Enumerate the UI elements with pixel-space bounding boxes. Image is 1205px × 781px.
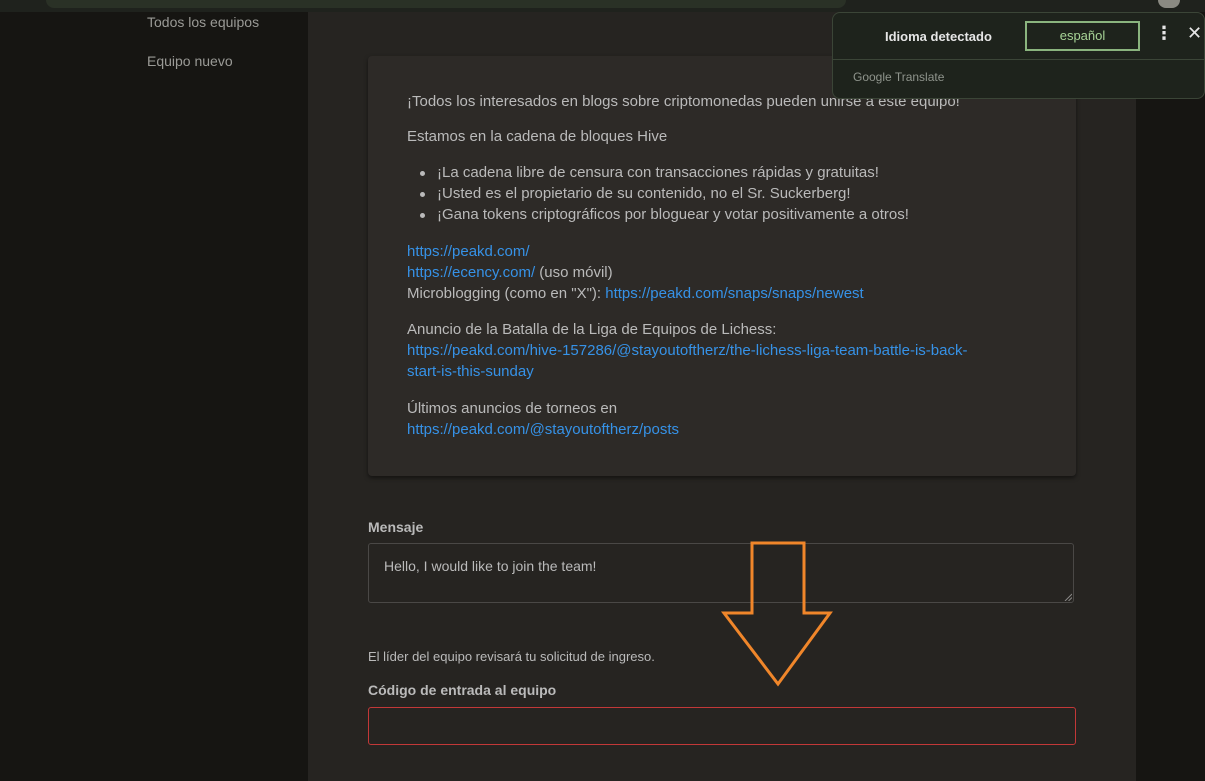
links-block: https://peakd.com/ https://ecency.com/ (… [407,241,864,304]
divider [833,59,1204,60]
list-item: ¡La cadena libre de censura con transacc… [416,162,909,183]
battle-block: Anuncio de la Batalla de la Liga de Equi… [407,319,968,382]
language-spanish-option[interactable]: español [1025,21,1140,51]
microblog-label: Microblogging (como en "X"): [407,285,606,302]
detected-language-option[interactable]: Idioma detectado [885,29,992,44]
address-bar[interactable] [46,0,846,8]
profile-avatar[interactable] [1158,0,1180,8]
translate-popup: Idioma detectado español ⋮ ✕ Google Tran… [832,12,1205,99]
more-vert-icon[interactable]: ⋮ [1155,23,1173,44]
list-item: ¡Gana tokens criptográficos por bloguear… [416,204,909,225]
tourney-block: Últimos anuncios de torneos en https://p… [407,398,679,440]
sidebar-item-all-teams[interactable]: Todos los equipos [147,14,259,30]
snaps-link[interactable]: https://peakd.com/snaps/snaps/newest [605,285,863,302]
entry-code-label: Código de entrada al equipo [368,682,557,698]
posts-link[interactable]: https://peakd.com/@stayoutoftherz/posts [407,421,679,438]
google-translate-brand: Google Translate [853,70,945,84]
battle-label: Anuncio de la Batalla de la Liga de Equi… [407,321,777,338]
review-hint: El líder del equipo revisará tu solicitu… [368,649,655,664]
entry-code-input[interactable] [368,707,1076,745]
sidebar: Todos los equipos Equipo nuevo [0,12,308,781]
benefits-list: ¡La cadena libre de censura con transacc… [416,162,909,225]
resize-handle-icon[interactable] [1064,593,1072,601]
message-value: Hello, I would like to join the team! [384,558,597,574]
list-item: ¡Usted es el propietario de su contenido… [416,183,909,204]
battle-link-line-2[interactable]: start-is-this-sunday [407,363,534,380]
down-arrow-annotation-icon [720,541,833,687]
browser-top-strip [0,0,1205,12]
right-gutter [1136,12,1205,781]
tourney-label: Últimos anuncios de torneos en [407,400,618,417]
ecency-note: (uso móvil) [535,264,613,281]
message-label: Mensaje [368,519,424,535]
peakd-link[interactable]: https://peakd.com/ [407,243,530,260]
description-chain: Estamos en la cadena de bloques Hive [407,128,668,145]
ecency-link[interactable]: https://ecency.com/ [407,264,535,281]
close-icon[interactable]: ✕ [1187,23,1202,44]
sidebar-item-new-team[interactable]: Equipo nuevo [147,53,233,69]
battle-link-line-1[interactable]: https://peakd.com/hive-157286/@stayoutof… [407,342,968,359]
